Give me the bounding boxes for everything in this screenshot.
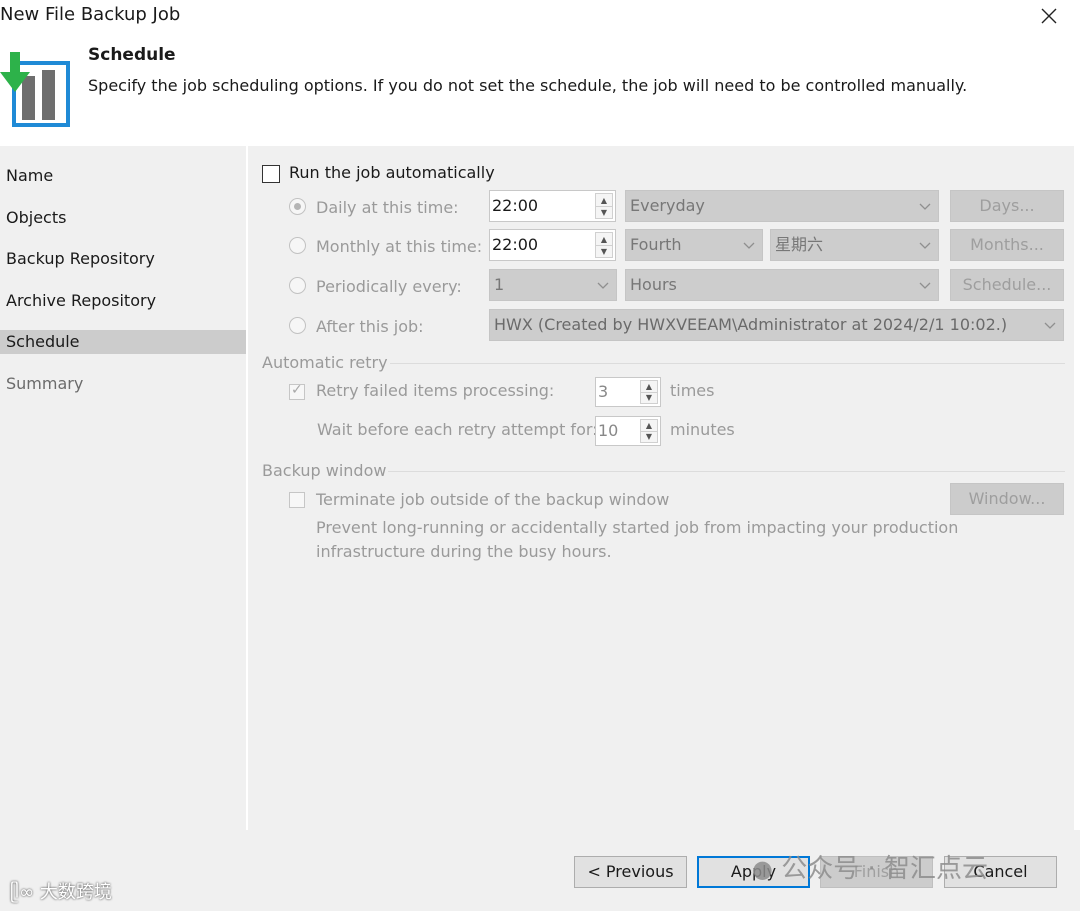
sidebar-item-objects[interactable]: Objects <box>0 206 246 230</box>
window-button[interactable]: Window... <box>950 483 1064 515</box>
sidebar-item-summary[interactable]: Summary <box>0 372 246 396</box>
page-title: Schedule <box>88 45 176 65</box>
wechat-watermark: ● 公众号 · 智汇点云 <box>752 848 988 885</box>
backup-window-description-1: Prevent long-running or accidentally sta… <box>316 518 959 537</box>
chevron-down-icon <box>919 203 931 210</box>
monthly-time-value: 22:00 <box>492 235 539 254</box>
wechat-icon: ● <box>752 855 773 883</box>
run-automatically-checkbox[interactable] <box>262 165 280 183</box>
spin-down-icon[interactable]: ▼ <box>641 392 657 403</box>
chevron-down-icon <box>743 242 755 249</box>
retry-checkbox[interactable]: ✓ <box>289 382 305 400</box>
after-job-label: After this job: <box>316 317 424 336</box>
months-button[interactable]: Months... <box>950 229 1064 261</box>
wait-unit: minutes <box>670 420 735 439</box>
retry-count-spinner[interactable]: 3 ▲ ▼ <box>595 377 661 407</box>
sidebar-item-name[interactable]: Name <box>0 164 246 188</box>
retry-unit: times <box>670 381 715 400</box>
retry-label: Retry failed items processing: <box>316 381 555 400</box>
daily-option-value: Everyday <box>630 196 705 215</box>
check-icon: ✓ <box>291 382 303 398</box>
terminate-label: Terminate job outside of the backup wind… <box>316 490 670 509</box>
after-job-radio[interactable] <box>289 317 306 334</box>
spin-down-icon[interactable]: ▼ <box>641 431 657 442</box>
wechat-watermark-text: 公众号 · 智汇点云 <box>781 854 989 884</box>
wait-minutes-spinner[interactable]: 10 ▲ ▼ <box>595 416 661 446</box>
daily-option-combo[interactable]: Everyday <box>625 190 939 222</box>
retry-count-value: 3 <box>598 382 609 401</box>
periodically-radio[interactable] <box>289 277 306 294</box>
schedule-backup-icon <box>0 50 72 130</box>
run-automatically-label: Run the job automatically <box>289 163 495 182</box>
after-job-combo[interactable]: HWX (Created by HWXVEEAM\Administrator a… <box>489 309 1064 341</box>
period-value: 1 <box>494 275 505 294</box>
bottom-left-watermark: ᥫ∞ 大数跨境 <box>10 878 112 904</box>
wait-minutes-value: 10 <box>598 421 619 440</box>
period-unit-value: Hours <box>630 275 677 294</box>
monthly-label: Monthly at this time: <box>316 237 483 256</box>
schedule-panel: Run the job automatically Daily at this … <box>248 146 1074 830</box>
spin-down-icon[interactable]: ▼ <box>596 206 612 218</box>
backup-window-description-2: infrastructure during the busy hours. <box>316 542 612 561</box>
sidebar-item-backup-repository[interactable]: Backup Repository <box>0 247 246 271</box>
periodically-label: Periodically every: <box>316 277 462 296</box>
window-title: New File Backup Job <box>0 4 181 25</box>
terminate-checkbox[interactable] <box>289 492 305 508</box>
backup-window-heading: Backup window <box>262 461 387 480</box>
previous-button[interactable]: < Previous <box>574 856 687 888</box>
monthly-week-value: Fourth <box>630 235 682 254</box>
monthly-time-spinner[interactable]: 22:00 ▲ ▼ <box>489 229 616 261</box>
monthly-week-combo[interactable]: Fourth <box>625 229 763 261</box>
daily-label: Daily at this time: <box>316 198 459 217</box>
spin-down-icon[interactable]: ▼ <box>596 245 612 257</box>
monthly-day-combo[interactable]: 星期六 <box>770 229 939 261</box>
wizard-steps-sidebar: Name Objects Backup Repository Archive R… <box>0 146 246 830</box>
monthly-day-value: 星期六 <box>775 235 824 254</box>
logo-icon: ᥫ∞ <box>10 882 35 903</box>
chevron-down-icon <box>597 282 609 289</box>
divider <box>388 471 1065 472</box>
period-unit-combo[interactable]: Hours <box>625 269 939 301</box>
daily-radio[interactable] <box>289 198 306 215</box>
monthly-radio[interactable] <box>289 237 306 254</box>
page-description: Specify the job scheduling options. If y… <box>88 76 968 95</box>
divider <box>390 363 1065 364</box>
schedule-button[interactable]: Schedule... <box>950 269 1064 301</box>
close-icon <box>1041 8 1057 24</box>
after-job-value: HWX (Created by HWXVEEAM\Administrator a… <box>494 315 1008 334</box>
wait-label: Wait before each retry attempt for: <box>317 420 598 439</box>
period-value-combo[interactable]: 1 <box>489 269 617 301</box>
sidebar-item-schedule[interactable]: Schedule <box>0 330 246 354</box>
chevron-down-icon <box>919 282 931 289</box>
days-button[interactable]: Days... <box>950 190 1064 222</box>
sidebar-item-archive-repository[interactable]: Archive Repository <box>0 289 246 313</box>
chevron-down-icon <box>1044 322 1056 329</box>
chevron-down-icon <box>919 242 931 249</box>
close-button[interactable] <box>1034 2 1064 30</box>
daily-time-value: 22:00 <box>492 196 539 215</box>
bottom-left-watermark-text: 大数跨境 <box>39 882 112 903</box>
automatic-retry-heading: Automatic retry <box>262 353 388 372</box>
daily-time-spinner[interactable]: 22:00 ▲ ▼ <box>489 190 616 222</box>
